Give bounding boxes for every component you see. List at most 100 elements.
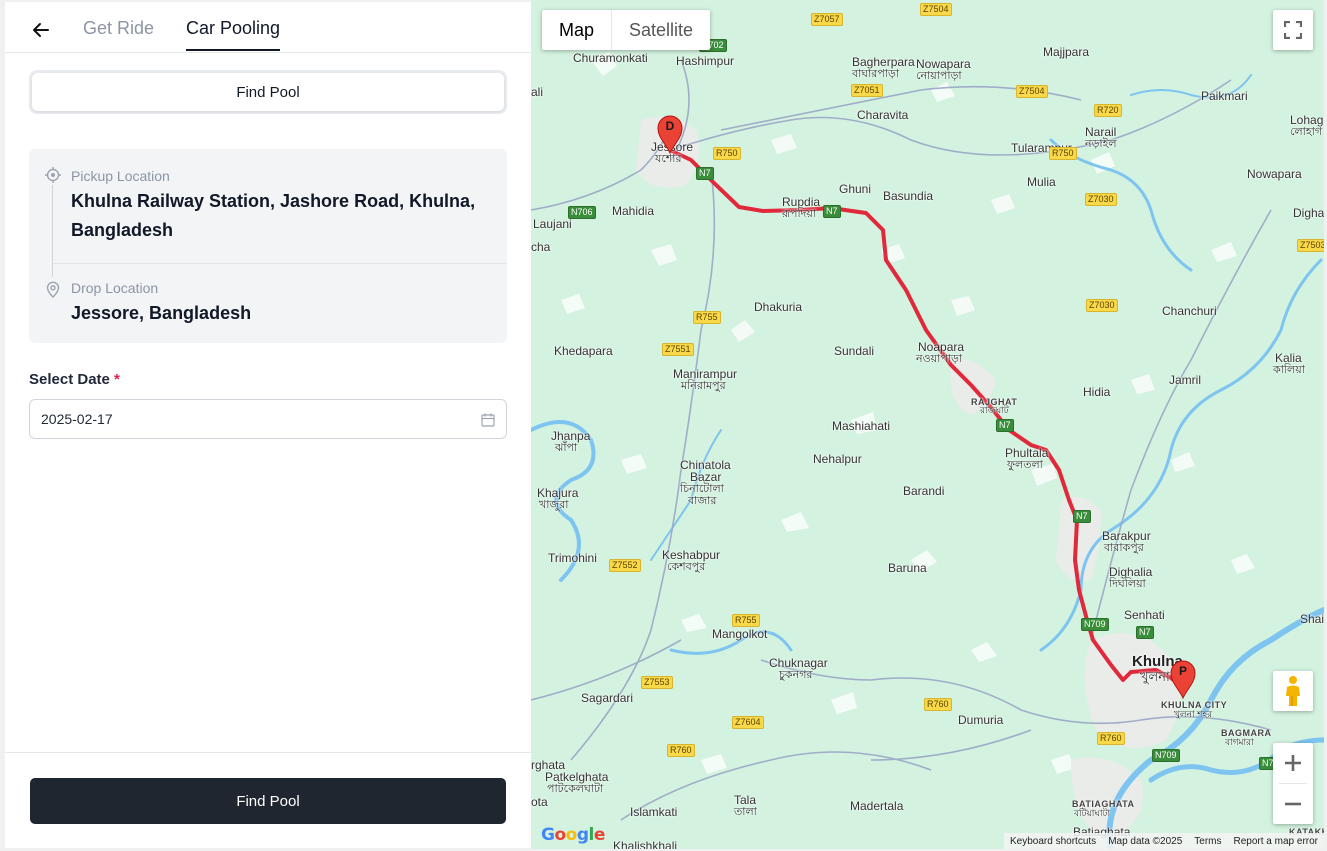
- pickup-value[interactable]: Khulna Railway Station, Jashore Road, Kh…: [71, 187, 491, 245]
- pickup-marker-label: P: [1178, 664, 1187, 678]
- place-label: Senhati: [1124, 608, 1165, 622]
- date-label-text: Select Date: [29, 371, 110, 388]
- place-label: Barandi: [903, 484, 945, 498]
- road-shield: N709: [1081, 618, 1109, 631]
- place-label: Ghuni: [839, 182, 872, 196]
- place-label: নোয়াপাড়া: [916, 70, 962, 82]
- place-label: Sundali: [834, 344, 875, 358]
- back-button[interactable]: [29, 18, 53, 42]
- zoom-in-button[interactable]: [1273, 743, 1313, 783]
- road-shield: N7: [823, 205, 841, 218]
- find-pool-segment-button[interactable]: Find Pool: [32, 73, 504, 111]
- road-shield: Z7553: [641, 676, 673, 689]
- place-label: খুলনা: [1140, 669, 1170, 684]
- location-divider: [53, 263, 507, 264]
- drop-value[interactable]: Jessore, Bangladesh: [71, 299, 491, 328]
- location-card: Pickup Location Khulna Railway Station, …: [29, 149, 507, 343]
- place-label: Hidia: [1083, 385, 1111, 399]
- road-shield: Z7551: [662, 343, 694, 356]
- road-shield: R755: [693, 311, 721, 324]
- place-label: Khalishkhali: [613, 839, 678, 850]
- find-pool-button[interactable]: Find Pool: [30, 778, 506, 824]
- place-label: খাজুরা: [539, 499, 569, 511]
- pickup-marker[interactable]: P: [1169, 659, 1197, 700]
- place-label: বাগমারা: [1225, 737, 1254, 747]
- drop-label: Drop Location: [71, 280, 159, 296]
- road-shield: N7: [696, 167, 714, 180]
- keyboard-shortcuts-link[interactable]: Keyboard shortcuts: [1010, 836, 1096, 847]
- place-label: Paikmari: [1201, 89, 1248, 103]
- map-attribution: Keyboard shortcuts Map data ©2025 Terms …: [1004, 833, 1324, 849]
- place-label: Khedapara: [554, 344, 613, 358]
- place-label: ota: [531, 795, 548, 809]
- tab-bar: Get Ride Car Pooling: [5, 2, 531, 53]
- road-shield: Z7504: [920, 3, 952, 16]
- place-label: Dumuria: [958, 713, 1004, 727]
- location-target-icon: [45, 167, 61, 183]
- destination-marker-label: D: [665, 119, 675, 133]
- road-shield: Z7504: [1016, 85, 1048, 98]
- place-label: পাটকেলঘাটা: [547, 783, 604, 795]
- place-label: Majjpara: [1043, 45, 1090, 59]
- place-label: খুলনা শহর: [1174, 709, 1213, 719]
- place-label: চুকনগর: [779, 669, 813, 681]
- required-mark: *: [114, 371, 120, 388]
- road-shield: R760: [1097, 732, 1125, 745]
- route-line: [668, 148, 1183, 688]
- tab-car-pooling[interactable]: Car Pooling: [186, 18, 281, 51]
- road-shield: Z7051: [851, 84, 883, 97]
- zoom-out-button[interactable]: [1273, 784, 1313, 824]
- place-label: যশোর: [655, 153, 682, 165]
- place-label: cha: [531, 240, 551, 254]
- road-shield: R750: [713, 147, 741, 160]
- road-shield: N709: [1152, 749, 1180, 762]
- place-label: Baruna: [888, 561, 927, 575]
- road-shield: R720: [1094, 104, 1122, 117]
- place-label: Mashiahati: [832, 419, 891, 433]
- map-pin-icon: [46, 281, 60, 298]
- road-shield: Z7604: [732, 716, 764, 729]
- road-shield: R760: [667, 744, 695, 757]
- arrow-left-icon: [33, 23, 49, 37]
- booking-panel: Get Ride Car Pooling Find Pool Pickup Lo…: [5, 2, 531, 848]
- road-shield: R750: [1049, 147, 1077, 160]
- fullscreen-button[interactable]: [1273, 10, 1313, 50]
- terms-link[interactable]: Terms: [1194, 836, 1221, 847]
- date-input[interactable]: [29, 399, 507, 439]
- place-label: ঝাঁপা: [555, 442, 578, 454]
- place-label: Trimohini: [548, 551, 597, 565]
- place-label: কালিয়া: [1273, 364, 1305, 376]
- place-label: Sagardari: [581, 691, 634, 705]
- place-label: Hashimpur: [676, 54, 735, 68]
- place-label: Digha: [1293, 206, 1324, 220]
- place-label: Nehalpur: [813, 452, 862, 466]
- map-type-satellite-button[interactable]: Satellite: [611, 10, 710, 50]
- google-logo[interactable]: Google: [541, 825, 605, 845]
- pegman-icon: [1286, 676, 1300, 706]
- place-label: রূপদিয়া: [782, 208, 817, 220]
- place-label: লোহাগ: [1290, 126, 1323, 138]
- footer-bar: Find Pool: [5, 752, 531, 848]
- map-view[interactable]: Churamonkati Hashimpur Jessore যশোর Lauj…: [531, 0, 1324, 849]
- place-label: Shai: [1300, 612, 1324, 626]
- destination-marker[interactable]: D: [656, 114, 684, 155]
- calendar-icon[interactable]: [480, 412, 496, 428]
- zoom-control: [1273, 743, 1313, 824]
- map-type-map-button[interactable]: Map: [542, 10, 611, 50]
- place-label: Islamkati: [630, 805, 678, 819]
- place-label: বাজার: [688, 495, 717, 507]
- report-error-link[interactable]: Report a map error: [1234, 836, 1318, 847]
- place-label: Dhakuria: [754, 300, 803, 314]
- place-label: Laujani: [533, 217, 572, 231]
- street-view-button[interactable]: [1273, 671, 1313, 711]
- road-shield: N7: [1136, 626, 1154, 639]
- place-label: কেশবপুর: [667, 561, 706, 573]
- road-shield: Z7503: [1297, 239, 1324, 252]
- road-shield: Z7552: [609, 559, 641, 572]
- place-label: Mangolkot: [712, 627, 768, 641]
- place-label: বারাকপুর: [1104, 542, 1144, 554]
- road-shield: R760: [924, 698, 952, 711]
- place-label: Mahidia: [612, 204, 655, 218]
- tab-get-ride[interactable]: Get Ride: [83, 18, 154, 39]
- map-type-control: Map Satellite: [542, 10, 711, 50]
